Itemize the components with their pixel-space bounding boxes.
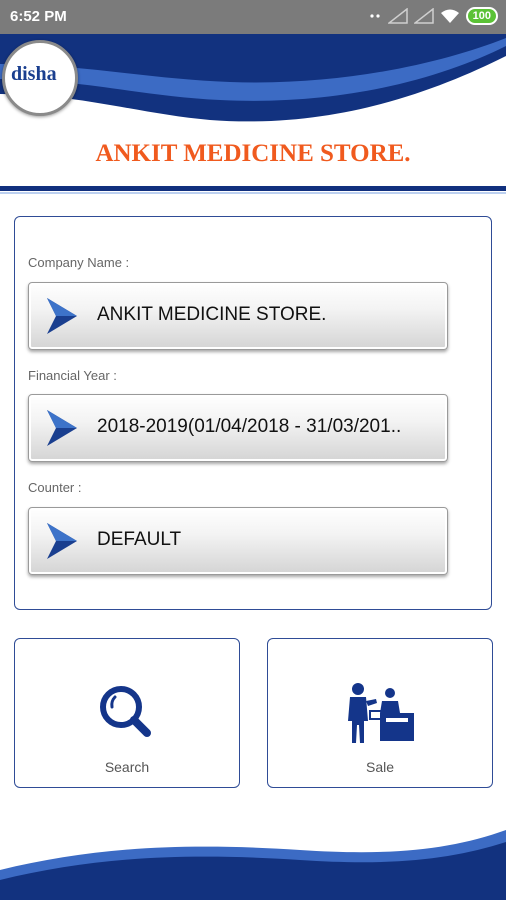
disha-logo: disha (2, 40, 78, 116)
search-icon (100, 686, 151, 737)
chevron-right-icon (47, 298, 77, 334)
financial-year-label: Financial Year : (28, 368, 117, 383)
counter-value: DEFAULT (97, 529, 182, 550)
company-name-selector[interactable]: ANKIT MEDICINE STORE. (28, 282, 448, 350)
chevron-right-icon (47, 523, 77, 559)
financial-year-value: 2018-2019(01/04/2018 - 31/03/201.. (97, 416, 402, 437)
counter-selector[interactable]: DEFAULT (28, 507, 448, 575)
logo-text: disha (11, 63, 57, 85)
chevron-right-icon (47, 410, 77, 446)
financial-year-selector[interactable]: 2018-2019(01/04/2018 - 31/03/201.. (28, 394, 448, 462)
sale-tile-label: Sale (365, 759, 395, 775)
page-title: ANKIT MEDICINE STORE. (95, 140, 411, 167)
search-tile-label: Search (104, 759, 150, 775)
company-name-label: Company Name : (28, 255, 130, 270)
title-divider-light (0, 192, 506, 194)
company-name-value: ANKIT MEDICINE STORE. (97, 304, 327, 325)
signal2-icon (413, 8, 434, 24)
footer-wave (0, 830, 506, 900)
status-bar: 6:52 PM 100 (0, 0, 506, 34)
status-icons: 100 (368, 7, 498, 25)
counter-label: Counter : (28, 480, 82, 495)
search-tile[interactable]: Search (14, 638, 240, 788)
status-time: 6:52 PM (10, 8, 67, 25)
cashier-icon (348, 683, 414, 743)
title-divider (0, 186, 506, 191)
battery-indicator: 100 (465, 7, 498, 25)
signal-icon (387, 8, 408, 24)
alarm-icon (370, 14, 380, 18)
sale-tile[interactable]: Sale (267, 638, 493, 788)
wifi-icon (440, 9, 459, 23)
